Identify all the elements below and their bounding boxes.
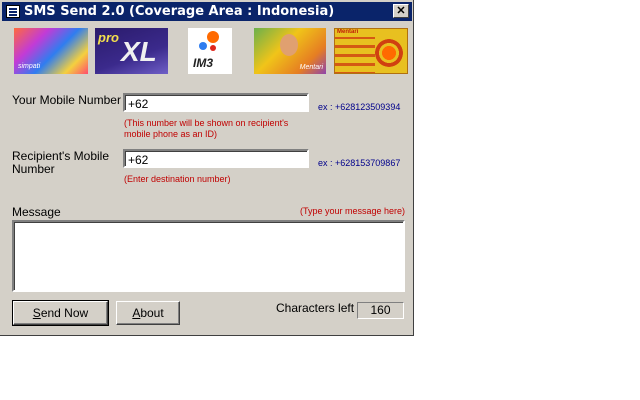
- message-hint: (Type your message here): [300, 206, 406, 216]
- proxl-pro-text: pro: [98, 30, 119, 45]
- mentari-person-caption: Mentari: [299, 64, 323, 71]
- recipient-number-example: ex : +628153709867: [318, 158, 401, 168]
- recipient-number-input[interactable]: +62: [123, 149, 309, 168]
- your-number-label: Your Mobile Number: [12, 93, 121, 107]
- card-pattern: [335, 37, 375, 73]
- send-label-rest: end Now: [40, 306, 89, 320]
- your-number-input[interactable]: +62: [123, 93, 309, 112]
- send-now-button[interactable]: Send Now: [12, 300, 109, 326]
- im3-dot-red: [210, 45, 216, 51]
- window-title: SMS Send 2.0 (Coverage Area : Indonesia): [24, 4, 335, 19]
- about-label-rest: bout: [140, 306, 164, 320]
- sun-icon: [375, 39, 403, 67]
- close-button[interactable]: ✕: [393, 4, 409, 18]
- message-label: Message: [12, 205, 61, 219]
- app-icon[interactable]: [6, 5, 20, 18]
- about-button[interactable]: About: [116, 301, 180, 325]
- your-number-example: ex : +628123509394: [318, 102, 401, 112]
- mentari-person-card-image: Mentari: [254, 28, 326, 74]
- proxl-card-image: pro XL: [95, 28, 168, 74]
- simpati-card-image: simpati: [14, 28, 88, 74]
- characters-left-count: 160: [357, 302, 404, 319]
- recipient-number-hint: (Enter destination number): [124, 174, 231, 184]
- title-bar[interactable]: SMS Send 2.0 (Coverage Area : Indonesia)…: [2, 2, 412, 21]
- mentari-sun-brand: Mentari: [337, 29, 359, 35]
- recipient-number-label: Recipient's Mobile Number: [12, 149, 110, 176]
- message-textarea[interactable]: [12, 220, 405, 292]
- mentari-sun-card-image: Mentari: [334, 28, 408, 74]
- im3-dot-blue: [199, 42, 207, 50]
- person-figure: [280, 34, 298, 56]
- im3-text: IM3: [193, 56, 214, 70]
- proxl-xl-text: XL: [121, 36, 157, 67]
- your-number-hint: (This number will be shown on recipient'…: [124, 118, 289, 139]
- app-window: SMS Send 2.0 (Coverage Area : Indonesia)…: [0, 0, 414, 336]
- simpati-caption: simpati: [18, 63, 41, 70]
- characters-left-label: Characters left: [276, 301, 355, 315]
- im3-dot-orange: [207, 31, 219, 43]
- im3-logo: IM3: [188, 28, 232, 74]
- send-accel: S: [32, 306, 41, 320]
